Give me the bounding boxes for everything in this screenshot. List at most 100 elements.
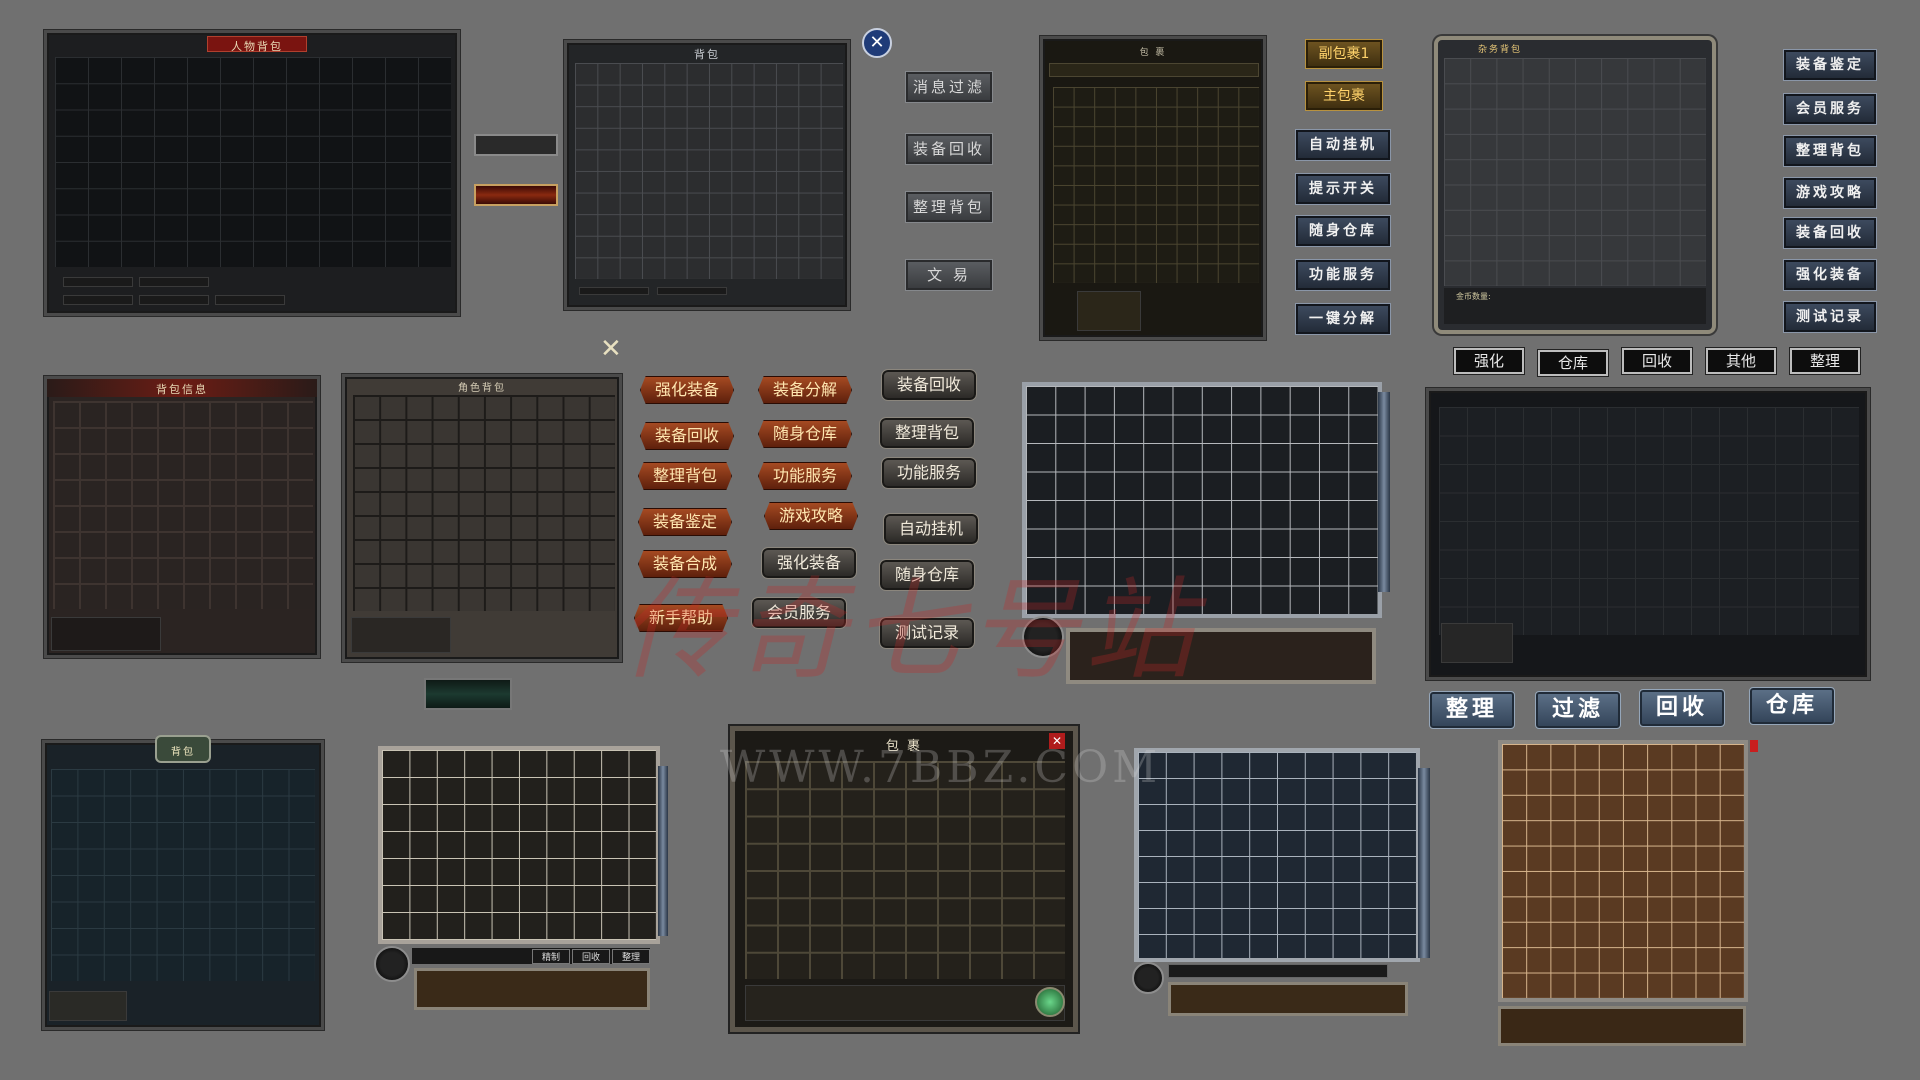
tab-strip [1168, 964, 1388, 978]
panel-title: 包 裹 [1139, 48, 1167, 58]
button-red-recycle[interactable]: 装备回收 [640, 422, 734, 450]
panel-title: 杂务背包 [1478, 45, 1523, 55]
panel-title: 人物背包 [231, 40, 283, 53]
stat-bar [139, 295, 209, 305]
button-main-package[interactable]: 主包裹 [1305, 81, 1383, 111]
side-rail [1378, 392, 1390, 592]
close-icon[interactable]: ✕ [600, 334, 622, 364]
stat-bar [63, 295, 133, 305]
inventory-grid[interactable] [1053, 87, 1259, 283]
tab-strengthen[interactable]: 强化 [1453, 347, 1525, 375]
orb-slot [1132, 962, 1164, 994]
tab-strip [1049, 63, 1259, 77]
button-red-decompose[interactable]: 装备分解 [758, 376, 852, 404]
watermark-url: WWW.7BBZ.COM [720, 742, 1162, 793]
inventory-grid[interactable] [1498, 740, 1748, 1002]
button-big-recycle[interactable]: 回收 [1639, 689, 1725, 727]
inventory-panel-role-bag: 角色背包 [342, 374, 622, 662]
panel-title: 背包 [171, 747, 195, 758]
gold-bar-frame [1498, 1006, 1746, 1046]
button-strengthen[interactable]: 强化装备 [1783, 259, 1877, 291]
button-red-guide[interactable]: 游戏攻略 [764, 502, 858, 530]
gold-bar-frame [1168, 982, 1408, 1016]
button-vip-service[interactable]: 会员服务 [1783, 93, 1877, 125]
button-red-sort[interactable]: 整理背包 [638, 462, 732, 490]
tab-refine[interactable]: 精制 [532, 949, 570, 964]
tab-recycle[interactable]: 回收 [1621, 347, 1693, 375]
button-big-storage[interactable]: 仓库 [1749, 687, 1835, 725]
button-red-strengthen[interactable]: 强化装备 [640, 376, 734, 404]
gold-bar [49, 991, 127, 1021]
inventory-grid[interactable] [575, 63, 843, 279]
button-one-click-decompose[interactable]: 一键分解 [1295, 303, 1391, 335]
button-sort-bag[interactable]: 整理背包 [905, 191, 993, 223]
tab-sort-small[interactable]: 整理 [612, 949, 650, 964]
bar-slot-red [474, 184, 558, 206]
button-red-portable-storage[interactable]: 随身仓库 [758, 420, 852, 448]
side-rail [1418, 768, 1430, 958]
button-trade[interactable]: 文 易 [905, 259, 993, 291]
inventory-grid[interactable] [1134, 748, 1420, 962]
button-game-guide[interactable]: 游戏攻略 [1783, 177, 1877, 209]
button-big-sort[interactable]: 整理 [1429, 691, 1515, 729]
close-icon: ✕ [869, 32, 885, 53]
button-filter[interactable]: 消息过滤 [905, 71, 993, 103]
inventory-panel-copper [1498, 740, 1758, 1048]
button-tip-toggle[interactable]: 提示开关 [1295, 173, 1391, 205]
button-red-identify[interactable]: 装备鉴定 [638, 508, 732, 536]
orb-slot [374, 946, 410, 982]
inventory-panel-dark-large [1426, 388, 1870, 680]
inventory-grid[interactable] [353, 395, 615, 611]
watermark-logo: 传奇七号站 [620, 566, 1200, 694]
panel-title-bar: 人物背包 [207, 36, 307, 53]
inventory-panel-blue-stone [1132, 748, 1434, 1020]
button-equip-recycle[interactable]: 装备回收 [1783, 217, 1877, 249]
gold-count-label: 金币数量: [1456, 292, 1491, 301]
button-recycle[interactable]: 装备回收 [905, 133, 993, 165]
side-rail [658, 766, 668, 936]
tab-storage[interactable]: 仓库 [1537, 349, 1609, 377]
panel-title-bar: 背包信息 [47, 379, 317, 397]
panel-title: 背包信息 [156, 383, 208, 396]
panel-title: 背包 [694, 48, 720, 61]
gold-info-area: 金币数量: [1444, 288, 1706, 324]
inventory-grid[interactable] [1444, 58, 1706, 286]
button-portable-storage[interactable]: 随身仓库 [1295, 215, 1391, 247]
inventory-grid[interactable] [378, 746, 660, 944]
close-button[interactable] [1750, 740, 1758, 752]
tab-strip: 精制 回收 整理 [412, 948, 650, 964]
inventory-panel-teal: 背包 [42, 735, 324, 1030]
button-test-record[interactable]: 测试记录 [1783, 301, 1877, 333]
close-button[interactable]: ✕ [862, 28, 892, 58]
gold-bar [351, 617, 451, 653]
stat-bar [1077, 291, 1141, 331]
swirl-icon[interactable] [1035, 987, 1065, 1017]
button-equip-identify[interactable]: 装备鉴定 [1783, 49, 1877, 81]
inventory-panel-bag-info: 背包信息 [44, 376, 320, 658]
panel-emblem: 背包 [155, 735, 211, 763]
button-function-service[interactable]: 功能服务 [1295, 259, 1391, 291]
inventory-grid[interactable] [55, 57, 451, 267]
button-red-function[interactable]: 功能服务 [758, 462, 852, 490]
button-stone-function[interactable]: 功能服务 [881, 457, 977, 489]
inventory-grid[interactable] [1439, 407, 1859, 635]
tab-sort[interactable]: 整理 [1789, 347, 1861, 375]
stat-bar [657, 287, 727, 295]
tab-other[interactable]: 其他 [1705, 347, 1777, 375]
gold-bar-frame [414, 968, 650, 1010]
inventory-grid[interactable] [745, 761, 1065, 979]
bar-slot-gray [474, 134, 558, 156]
gold-bar [51, 617, 161, 651]
stat-bar [215, 295, 285, 305]
inventory-grid[interactable] [51, 769, 315, 981]
tab-recycle-small[interactable]: 回收 [572, 949, 610, 964]
inventory-panel-bag: 背包 [564, 40, 850, 310]
button-big-filter[interactable]: 过滤 [1535, 691, 1621, 729]
button-sub-package[interactable]: 副包裹1 [1305, 39, 1383, 69]
button-stone-sort[interactable]: 整理背包 [879, 417, 975, 449]
button-stone-recycle[interactable]: 装备回收 [881, 369, 977, 401]
button-sort-bag-2[interactable]: 整理背包 [1783, 135, 1877, 167]
inventory-panel-silver: 精制 回收 整理 [374, 746, 670, 1016]
button-auto-hang[interactable]: 自动挂机 [1295, 129, 1391, 161]
inventory-grid[interactable] [53, 401, 313, 609]
